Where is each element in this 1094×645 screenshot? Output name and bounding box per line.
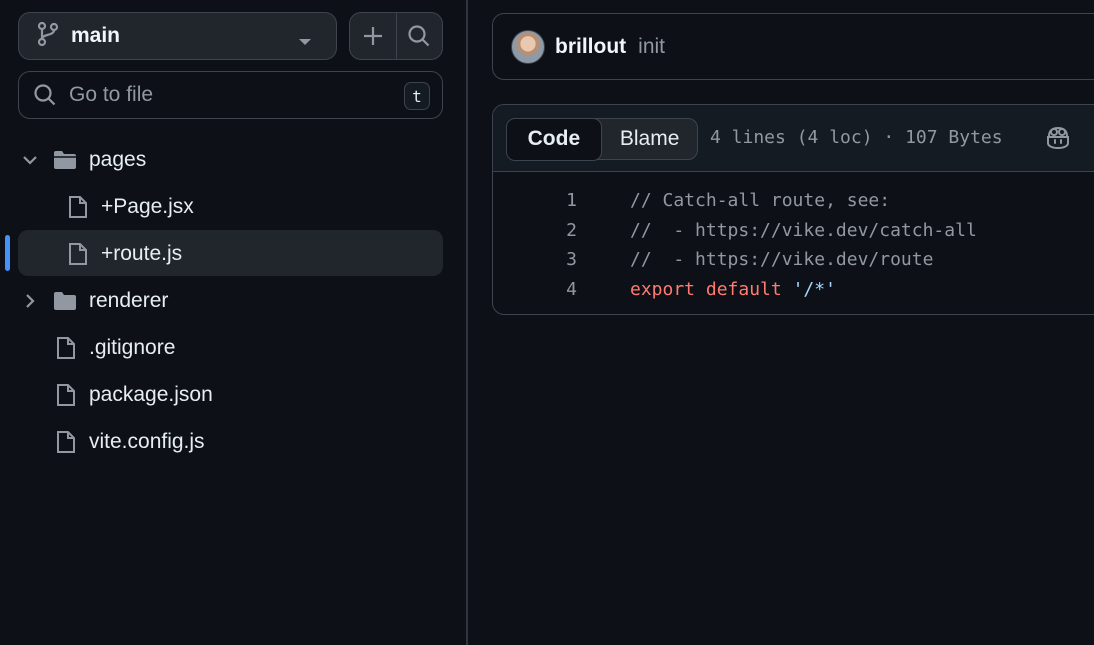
copilot-icon[interactable] — [1045, 126, 1071, 155]
line-text: export default '/*' — [630, 279, 836, 300]
string-token: '/*' — [792, 278, 836, 300]
tree-item-page-jsx[interactable]: +Page.jsx — [0, 183, 467, 230]
tree-item-label: .gitignore — [89, 335, 176, 359]
caret-down-icon — [298, 33, 312, 51]
latest-commit-bar: brillout init — [492, 13, 1094, 80]
tree-item-label: vite.config.js — [89, 429, 205, 453]
tree-item-label: renderer — [89, 288, 169, 312]
file-tree-sidebar: main Go to file t pages +Page.jsx +route… — [0, 0, 467, 645]
file-tree: pages +Page.jsx +route.js renderer .giti… — [0, 136, 467, 465]
file-icon — [56, 430, 76, 454]
tree-item-gitignore[interactable]: .gitignore — [0, 324, 467, 371]
file-info: 4 lines (4 loc) · 107 Bytes — [710, 127, 1003, 148]
avatar[interactable] — [511, 29, 545, 64]
search-icon — [34, 84, 56, 106]
tree-item-renderer[interactable]: renderer — [0, 277, 467, 324]
tab-blame[interactable]: Blame — [602, 119, 697, 159]
file-icon — [68, 242, 88, 266]
code-view: 1 // Catch-all route, see: 2 // - https:… — [493, 172, 1094, 304]
tree-item-label: package.json — [89, 382, 213, 406]
file-icon — [68, 195, 88, 219]
tab-code[interactable]: Code — [505, 117, 603, 161]
tree-item-label: +route.js — [101, 241, 183, 265]
go-to-file-input[interactable]: Go to file t — [18, 71, 443, 119]
tree-item-pages[interactable]: pages — [0, 136, 467, 183]
line-text: // - https://vike.dev/catch-all — [630, 219, 977, 241]
line-number[interactable]: 2 — [493, 220, 577, 241]
code-line: 3 // - https://vike.dev/route — [493, 245, 1094, 275]
code-line: 2 // - https://vike.dev/catch-all — [493, 216, 1094, 246]
view-mode-toggle: Code Blame — [505, 117, 698, 161]
plus-icon — [363, 27, 382, 45]
code-line: 4 export default '/*' — [493, 275, 1094, 305]
add-file-button[interactable] — [350, 13, 396, 59]
search-code-button[interactable] — [395, 13, 443, 59]
search-icon — [408, 25, 430, 47]
chevron-down-icon[interactable] — [22, 155, 38, 165]
file-viewer: Code Blame 4 lines (4 loc) · 107 Bytes 1… — [492, 104, 1094, 315]
git-branch-icon — [37, 21, 59, 52]
tree-item-label: +Page.jsx — [101, 194, 194, 218]
tree-item-vite-config[interactable]: vite.config.js — [0, 418, 467, 465]
file-icon — [56, 336, 76, 360]
line-number[interactable]: 1 — [493, 190, 577, 211]
tree-item-label: pages — [89, 147, 147, 171]
line-text: // - https://vike.dev/route — [630, 249, 934, 271]
branch-name: main — [71, 24, 121, 47]
code-line: 1 // Catch-all route, see: — [493, 186, 1094, 216]
keyword-token: export default — [630, 278, 782, 300]
keyboard-shortcut-hint: t — [404, 82, 430, 110]
line-number[interactable]: 3 — [493, 249, 577, 270]
commit-author[interactable]: brillout — [555, 35, 626, 59]
line-text: // Catch-all route, see: — [630, 190, 891, 212]
tree-actions — [349, 12, 443, 60]
commit-message[interactable]: init — [638, 35, 665, 59]
folder-open-icon — [53, 150, 77, 170]
file-header: Code Blame 4 lines (4 loc) · 107 Bytes — [493, 105, 1094, 172]
line-number[interactable]: 4 — [493, 279, 577, 300]
selected-indicator — [5, 235, 10, 271]
panel-divider[interactable] — [466, 0, 468, 645]
chevron-right-icon[interactable] — [25, 293, 35, 309]
file-icon — [56, 383, 76, 407]
tree-item-package-json[interactable]: package.json — [0, 371, 467, 418]
tree-item-route-js[interactable]: +route.js — [0, 230, 467, 277]
folder-icon — [53, 291, 77, 311]
go-to-file-placeholder: Go to file — [69, 83, 154, 106]
branch-selector-button[interactable]: main — [18, 12, 337, 60]
